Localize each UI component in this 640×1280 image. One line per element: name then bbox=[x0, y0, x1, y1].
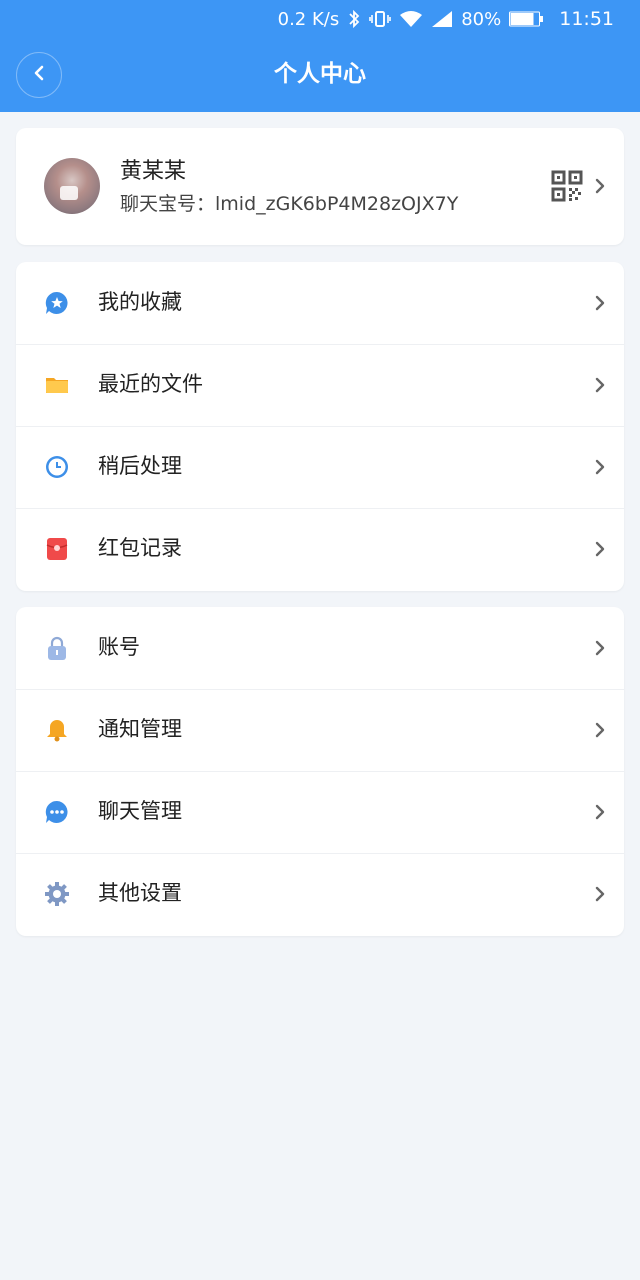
profile-card[interactable]: 黄某某 聊天宝号：lmid_zGK6bP4M28zOJX7Y bbox=[16, 128, 624, 245]
chat-bubble-icon bbox=[44, 799, 70, 825]
gear-icon bbox=[44, 881, 70, 907]
menu-item-label: 聊天管理 bbox=[98, 799, 182, 823]
star-bubble-icon bbox=[44, 290, 70, 316]
divider bbox=[16, 344, 624, 345]
page-title: 个人中心 bbox=[274, 61, 366, 87]
menu-item-notifications[interactable]: 通知管理 bbox=[16, 689, 624, 771]
menu-item-other-settings[interactable]: 其他设置 bbox=[16, 853, 624, 935]
chevron-right-icon bbox=[594, 457, 606, 481]
divider bbox=[16, 689, 624, 690]
profile-id: 聊天宝号：lmid_zGK6bP4M28zOJX7Y bbox=[120, 191, 458, 217]
menu-item-chat-management[interactable]: 聊天管理 bbox=[16, 771, 624, 853]
menu-item-red-envelope[interactable]: 红包记录 bbox=[16, 508, 624, 590]
divider bbox=[16, 771, 624, 772]
menu-item-label: 我的收藏 bbox=[98, 290, 182, 314]
chevron-right-icon bbox=[594, 375, 606, 399]
chevron-right-icon bbox=[594, 176, 606, 200]
menu-item-label: 账号 bbox=[98, 635, 140, 659]
menu-item-account[interactable]: 账号 bbox=[16, 607, 624, 689]
battery-icon bbox=[509, 11, 544, 27]
menu-item-favorites[interactable]: 我的收藏 bbox=[16, 262, 624, 344]
menu-item-recent-files[interactable]: 最近的文件 bbox=[16, 344, 624, 426]
chevron-right-icon bbox=[594, 293, 606, 317]
app-header: 0.2 K/s 80% 11:51 个人中心 bbox=[0, 0, 640, 112]
vibrate-icon bbox=[369, 10, 392, 28]
bell-icon bbox=[44, 717, 70, 743]
profile-name: 黄某某 bbox=[120, 159, 187, 184]
folder-icon bbox=[44, 372, 70, 398]
menu-group-1: 我的收藏 最近的文件 稍后处理 红包记录 bbox=[16, 262, 624, 591]
battery-percent: 80% bbox=[461, 8, 502, 30]
divider bbox=[16, 508, 624, 509]
menu-group-2: 账号 通知管理 聊天管理 其他设置 bbox=[16, 607, 624, 936]
avatar[interactable] bbox=[44, 158, 100, 214]
profile-id-value: lmid_zGK6bP4M28zOJX7Y bbox=[215, 193, 459, 215]
status-bar: 0.2 K/s 80% 11:51 bbox=[0, 0, 640, 38]
divider bbox=[16, 426, 624, 427]
divider bbox=[16, 853, 624, 854]
clock: 11:51 bbox=[559, 8, 614, 30]
menu-item-label: 稍后处理 bbox=[98, 454, 182, 478]
lock-icon bbox=[44, 635, 70, 661]
chevron-right-icon bbox=[594, 720, 606, 744]
net-speed: 0.2 K/s bbox=[277, 8, 340, 30]
menu-item-later[interactable]: 稍后处理 bbox=[16, 426, 624, 508]
menu-item-label: 红包记录 bbox=[98, 536, 182, 560]
chevron-right-icon bbox=[594, 539, 606, 563]
menu-item-label: 通知管理 bbox=[98, 717, 182, 741]
menu-item-label: 其他设置 bbox=[98, 881, 182, 905]
chevron-right-icon bbox=[594, 638, 606, 662]
qr-code-icon[interactable] bbox=[551, 170, 583, 206]
wifi-icon bbox=[399, 10, 423, 28]
signal-icon bbox=[431, 10, 453, 28]
clock-icon bbox=[44, 454, 70, 480]
bluetooth-icon bbox=[347, 9, 361, 29]
chevron-right-icon bbox=[594, 884, 606, 908]
menu-item-label: 最近的文件 bbox=[98, 372, 203, 396]
profile-id-label: 聊天宝号： bbox=[120, 193, 216, 215]
chevron-right-icon bbox=[594, 802, 606, 826]
red-envelope-icon bbox=[44, 536, 70, 562]
